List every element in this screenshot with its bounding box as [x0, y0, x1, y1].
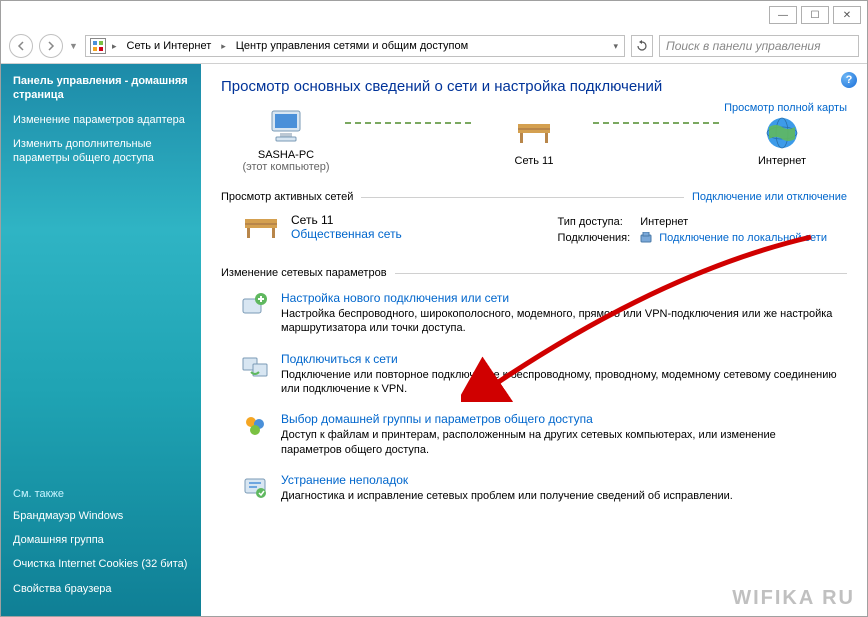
- arrow-right-icon: [46, 41, 56, 51]
- sidebar-seealso-homegroup[interactable]: Домашняя группа: [13, 533, 189, 547]
- active-network-row: Сеть 11 Общественная сеть Тип доступа: И…: [221, 209, 847, 259]
- arrow-left-icon: [16, 41, 26, 51]
- seealso-heading: См. также: [13, 487, 189, 501]
- breadcrumb[interactable]: ▸ Сеть и Интернет ▸ Центр управления сет…: [85, 35, 625, 57]
- param-item-new-connection[interactable]: Настройка нового подключения или сети На…: [221, 285, 847, 346]
- close-button[interactable]: ✕: [833, 6, 861, 24]
- sidebar-home-link[interactable]: Панель управления - домашняя страница: [13, 74, 189, 103]
- homegroup-icon: [241, 412, 269, 440]
- sidebar: Панель управления - домашняя страница Из…: [1, 64, 201, 616]
- param-item-troubleshoot[interactable]: Устранение неполадок Диагностика и испра…: [221, 467, 847, 513]
- help-icon[interactable]: ?: [841, 72, 857, 88]
- map-connector: [593, 122, 723, 124]
- map-node-label: Сеть 11: [515, 155, 554, 167]
- address-bar: ▼ ▸ Сеть и Интернет ▸ Центр управления с…: [1, 29, 867, 63]
- breadcrumb-item[interactable]: Центр управления сетями и общим доступом: [232, 40, 472, 52]
- bench-icon: [241, 213, 281, 243]
- main-panel: ? Просмотр основных сведений о сети и на…: [201, 64, 867, 616]
- chevron-down-icon[interactable]: ▾: [611, 41, 620, 52]
- map-node-label: SASHA-PC: [258, 149, 314, 161]
- map-node-internet: Интернет: [727, 115, 837, 167]
- back-button[interactable]: [9, 34, 33, 58]
- network-type-link[interactable]: Общественная сеть: [291, 227, 402, 241]
- history-dropdown[interactable]: ▼: [69, 41, 79, 51]
- access-type-value: Интернет: [640, 215, 835, 229]
- param-item-homegroup[interactable]: Выбор домашней группы и параметров общег…: [221, 406, 847, 467]
- computer-icon: [266, 109, 306, 145]
- refresh-icon: [636, 40, 648, 52]
- sidebar-seealso-browser[interactable]: Свойства браузера: [13, 582, 189, 596]
- param-title[interactable]: Настройка нового подключения или сети: [281, 291, 837, 305]
- sidebar-seealso-cookies[interactable]: Очистка Internet Cookies (32 бита): [13, 557, 189, 571]
- network-details: Тип доступа: Интернет Подключения: Подкл…: [556, 213, 837, 247]
- param-desc: Подключение или повторное подключение к …: [281, 368, 837, 397]
- chevron-right-icon: ▸: [219, 41, 228, 52]
- section-label: Просмотр активных сетей: [221, 191, 353, 203]
- param-desc: Диагностика и исправление сетевых пробле…: [281, 489, 733, 503]
- param-title[interactable]: Подключиться к сети: [281, 352, 837, 366]
- map-node-pc: SASHA-PC (этот компьютер): [231, 109, 341, 173]
- globe-icon: [762, 115, 802, 151]
- chevron-right-icon: ▸: [110, 41, 119, 52]
- troubleshoot-icon: [241, 473, 269, 501]
- connections-label: Подключения:: [558, 231, 639, 245]
- minimize-button[interactable]: —: [769, 6, 797, 24]
- section-active-networks: Просмотр активных сетей Подключение или …: [221, 191, 847, 203]
- map-node-sublabel: (этот компьютер): [242, 161, 329, 173]
- param-title[interactable]: Выбор домашней группы и параметров общег…: [281, 412, 837, 426]
- new-connection-icon: [241, 291, 269, 319]
- content-area: Панель управления - домашняя страница Из…: [1, 63, 867, 616]
- map-connector: [345, 122, 475, 124]
- connection-link[interactable]: Подключение по локальной сети: [659, 232, 827, 244]
- connect-network-icon: [241, 352, 269, 380]
- maximize-button[interactable]: ☐: [801, 6, 829, 24]
- param-title[interactable]: Устранение неполадок: [281, 473, 733, 487]
- param-desc: Доступ к файлам и принтерам, расположенн…: [281, 428, 837, 457]
- titlebar: — ☐ ✕: [1, 1, 867, 29]
- connect-disconnect-link[interactable]: Подключение или отключение: [692, 191, 847, 203]
- network-name: Сеть 11: [291, 213, 402, 227]
- search-placeholder: Поиск в панели управления: [666, 39, 821, 53]
- sidebar-seealso-firewall[interactable]: Брандмауэр Windows: [13, 509, 189, 523]
- map-node-network: Сеть 11: [479, 115, 589, 167]
- sidebar-item-adapter-settings[interactable]: Изменение параметров адаптера: [13, 113, 189, 127]
- param-item-connect-network[interactable]: Подключиться к сети Подключение или повт…: [221, 346, 847, 407]
- search-input[interactable]: Поиск в панели управления: [659, 35, 859, 57]
- access-type-label: Тип доступа:: [558, 215, 639, 229]
- network-map: SASHA-PC (этот компьютер) Сеть 11 Интерн…: [221, 109, 847, 183]
- sidebar-item-sharing-settings[interactable]: Изменить дополнительные параметры общего…: [13, 137, 189, 166]
- bench-icon: [514, 115, 554, 151]
- section-label: Изменение сетевых параметров: [221, 267, 387, 279]
- control-panel-icon: [90, 38, 106, 54]
- full-map-link[interactable]: Просмотр полной карты: [724, 102, 847, 114]
- window: — ☐ ✕ ▼ ▸ Сеть и Интернет ▸ Центр управл…: [0, 0, 868, 617]
- forward-button[interactable]: [39, 34, 63, 58]
- refresh-button[interactable]: [631, 35, 653, 57]
- page-title: Просмотр основных сведений о сети и наст…: [221, 78, 847, 95]
- map-node-label: Интернет: [758, 155, 806, 167]
- breadcrumb-item[interactable]: Сеть и Интернет: [123, 40, 216, 52]
- watermark: WIFIKA RU: [732, 587, 855, 610]
- lan-icon: [640, 232, 652, 244]
- param-desc: Настройка беспроводного, широкополосного…: [281, 307, 837, 336]
- section-network-params: Изменение сетевых параметров: [221, 267, 847, 279]
